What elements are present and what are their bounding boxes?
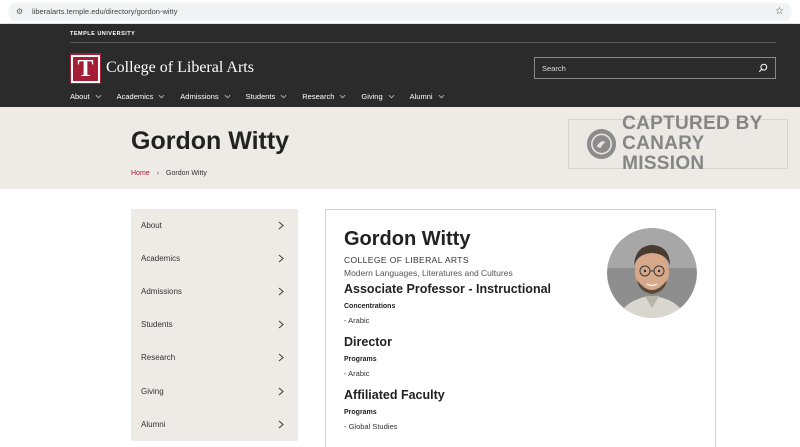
- nav-label: Giving: [361, 92, 383, 101]
- chevron-right-icon: [278, 320, 284, 329]
- nav-students[interactable]: Students: [246, 92, 288, 101]
- profile-title-director: Director: [344, 335, 392, 349]
- search-input[interactable]: [542, 63, 758, 73]
- nav-alumni[interactable]: Alumni: [410, 92, 445, 101]
- concentration-value: - Arabic: [344, 316, 370, 325]
- site-header: TEMPLE UNIVERSITY T College of Liberal A…: [0, 24, 800, 107]
- breadcrumb-separator: ›: [156, 170, 160, 177]
- chevron-right-icon: [278, 287, 284, 296]
- side-menu-item-academics[interactable]: Academics: [131, 242, 298, 275]
- page-title: Gordon Witty: [131, 127, 290, 155]
- nav-research[interactable]: Research: [302, 92, 346, 101]
- side-menu-item-admissions[interactable]: Admissions: [131, 275, 298, 308]
- college-name-link[interactable]: College of Liberal Arts: [106, 59, 254, 77]
- breadcrumb-current: Gordon Witty: [166, 170, 207, 177]
- watermark-line-1: CAPTURED BY: [622, 113, 763, 134]
- programs-label: Programs: [344, 356, 377, 363]
- breadcrumb: Home › Gordon Witty: [131, 170, 207, 177]
- watermark-text: CAPTURED BY CANARY MISSION: [622, 114, 787, 174]
- side-menu-label: Academics: [141, 254, 181, 264]
- programs-label: Programs: [344, 409, 377, 416]
- side-menu: About Academics Admissions Students Rese…: [131, 209, 298, 441]
- nav-giving[interactable]: Giving: [361, 92, 395, 101]
- canary-bird-icon: [587, 129, 617, 159]
- profile-college: COLLEGE OF LIBERAL ARTS: [344, 255, 469, 265]
- side-menu-label: Admissions: [141, 287, 182, 297]
- nav-admissions[interactable]: Admissions: [180, 92, 231, 101]
- side-menu-label: About: [141, 221, 162, 231]
- watermark-line-2: CANARY MISSION: [622, 133, 705, 174]
- concentrations-label: Concentrations: [344, 303, 396, 310]
- profile-name: Gordon Witty: [344, 228, 471, 250]
- chevron-down-icon: [438, 94, 445, 99]
- program-value: - Global Studies: [344, 422, 398, 431]
- profile-title-affiliated-faculty: Affiliated Faculty: [344, 388, 445, 402]
- chevron-right-icon: [278, 387, 284, 395]
- chevron-down-icon: [95, 94, 102, 99]
- header-divider: [70, 42, 776, 43]
- chevron-right-icon: [278, 354, 284, 362]
- nav-label: Research: [302, 92, 335, 101]
- nav-label: Academics: [116, 92, 154, 101]
- url-field[interactable]: ⚙ liberalarts.temple.edu/directory/gordo…: [8, 2, 792, 21]
- side-menu-item-students[interactable]: Students: [131, 308, 298, 341]
- profile-photo: [607, 228, 697, 318]
- nav-academics[interactable]: Academics: [117, 92, 166, 101]
- logo-letter: T: [71, 54, 100, 83]
- chevron-down-icon: [339, 94, 346, 99]
- program-value: - Arabic: [344, 369, 370, 378]
- browser-address-bar: ⚙ liberalarts.temple.edu/directory/gordo…: [0, 0, 800, 24]
- side-menu-label: Students: [141, 320, 173, 330]
- chevron-right-icon: [278, 221, 284, 230]
- site-settings-icon[interactable]: ⚙: [16, 7, 26, 16]
- page-hero: Gordon Witty Home › Gordon Witty CAPTURE…: [0, 107, 800, 189]
- side-menu-item-giving[interactable]: Giving: [131, 374, 298, 407]
- breadcrumb-home-link[interactable]: Home: [131, 170, 150, 177]
- canary-mission-watermark: CAPTURED BY CANARY MISSION: [568, 114, 788, 174]
- nav-label: Alumni: [409, 92, 433, 101]
- nav-label: Students: [245, 92, 276, 101]
- profile-card: Gordon Witty COLLEGE OF LIBERAL ARTS Mod…: [325, 209, 716, 447]
- side-menu-label: Research: [141, 353, 176, 363]
- side-menu-item-alumni[interactable]: Alumni: [131, 408, 298, 441]
- side-menu-label: Alumni: [141, 419, 166, 429]
- temple-logo[interactable]: T: [70, 53, 101, 84]
- nav-label: Admissions: [180, 92, 219, 101]
- university-label[interactable]: TEMPLE UNIVERSITY: [70, 31, 135, 37]
- nav-label: About: [70, 92, 90, 101]
- chevron-down-icon: [388, 94, 395, 99]
- search-box: [534, 57, 776, 79]
- main-navigation: About Academics Admissions Students Rese…: [70, 92, 460, 101]
- chevron-down-icon: [280, 94, 287, 99]
- nav-about[interactable]: About: [70, 92, 102, 101]
- profile-title-associate-professor: Associate Professor - Instructional: [344, 282, 552, 296]
- profile-department: Modern Languages, Literatures and Cultur…: [344, 268, 513, 278]
- side-menu-item-about[interactable]: About: [131, 209, 298, 242]
- chevron-down-icon: [158, 94, 165, 99]
- bookmark-star-icon[interactable]: ☆: [775, 6, 784, 17]
- chevron-down-icon: [224, 94, 231, 99]
- search-icon[interactable]: [758, 63, 768, 73]
- side-menu-item-research[interactable]: Research: [131, 341, 298, 374]
- url-text: liberalarts.temple.edu/directory/gordon-…: [32, 7, 178, 16]
- chevron-right-icon: [278, 420, 284, 429]
- chevron-right-icon: [278, 254, 284, 263]
- side-menu-label: Giving: [141, 386, 164, 396]
